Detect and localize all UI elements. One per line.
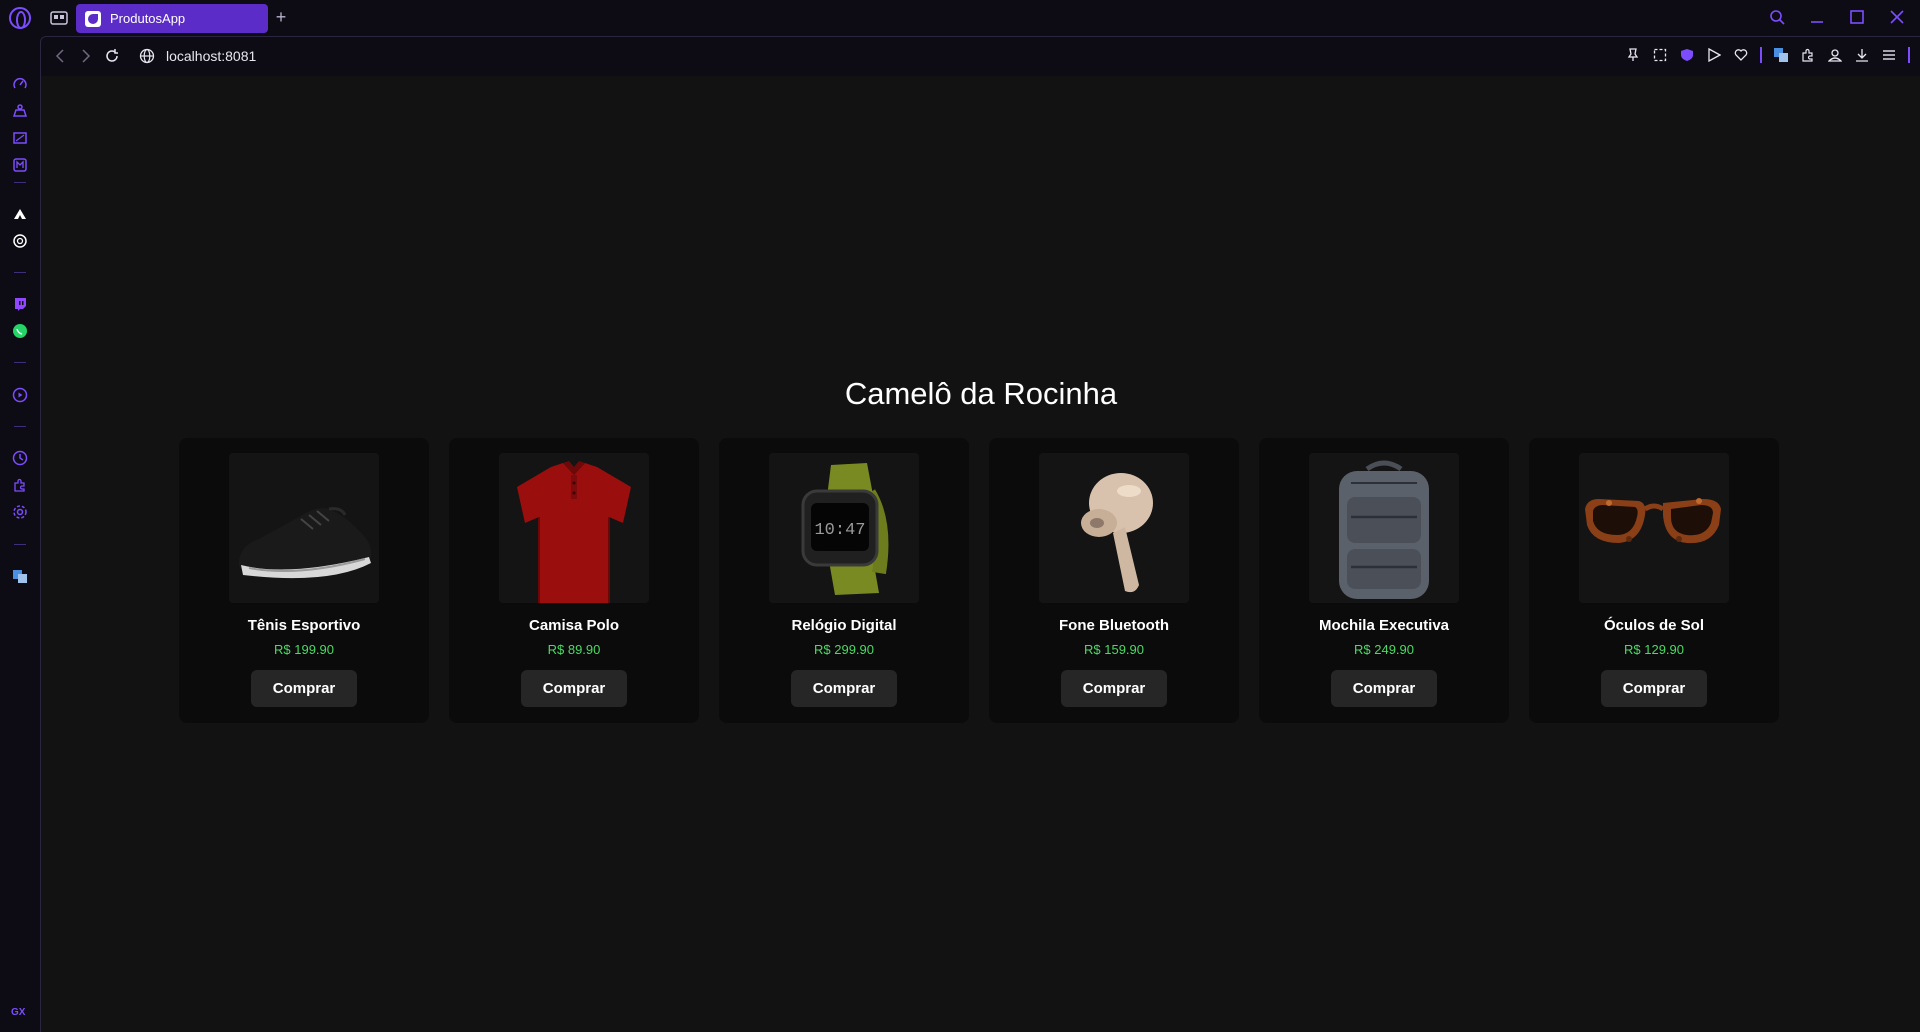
opera-logo-icon[interactable] xyxy=(9,7,31,29)
player-icon[interactable] xyxy=(10,385,30,405)
browser-sidebar: GX ··· xyxy=(0,36,40,1032)
new-tab-button[interactable]: + xyxy=(272,8,290,26)
product-name: Tênis Esportivo xyxy=(247,617,361,634)
toolbar-actions xyxy=(1625,47,1910,63)
page-title: Camelô da Rocinha xyxy=(844,376,1118,411)
product-name: Óculos de Sol xyxy=(1603,617,1705,634)
product-card: Fone Bluetooth R$ 159.90 Comprar xyxy=(989,438,1239,723)
close-icon[interactable] xyxy=(1886,6,1908,28)
history-icon[interactable] xyxy=(10,448,30,468)
heart-icon[interactable] xyxy=(1733,47,1749,63)
product-price: R$ 89.90 xyxy=(547,642,601,657)
product-price: R$ 299.90 xyxy=(814,642,874,657)
product-price: R$ 129.90 xyxy=(1624,642,1684,657)
maximize-icon[interactable] xyxy=(1846,6,1868,28)
product-card: Tênis Esportivo R$ 199.90 Comprar xyxy=(179,438,429,723)
speed-dial-icon[interactable] xyxy=(10,74,30,94)
product-name: Camisa Polo xyxy=(528,617,620,634)
backpack-image xyxy=(1309,453,1459,603)
settings-gear-icon[interactable] xyxy=(10,502,30,522)
address-bar: localhost:8081 xyxy=(40,36,1920,76)
sidebar-divider xyxy=(14,362,26,363)
watch-time-display: 10:47 xyxy=(814,521,865,540)
pin-icon[interactable] xyxy=(1625,47,1641,63)
buy-button[interactable]: Comprar xyxy=(521,670,627,707)
gx-corner-icon[interactable] xyxy=(10,101,30,121)
back-icon[interactable] xyxy=(51,47,69,65)
translate-icon[interactable] xyxy=(1773,47,1789,63)
whatsapp-icon[interactable] xyxy=(10,321,30,341)
search-tabs-icon[interactable] xyxy=(1766,6,1788,28)
buy-button[interactable]: Comprar xyxy=(1331,670,1437,707)
product-card: 10:47 Relógio Digital R$ 299.90 Comprar xyxy=(719,438,969,723)
tab-favicon-icon xyxy=(85,10,101,27)
easy-setup-menu-icon[interactable] xyxy=(1881,47,1897,63)
minimize-icon[interactable] xyxy=(1806,6,1828,28)
tab-produtosapp[interactable]: ProdutosApp xyxy=(76,4,268,33)
toolbar-divider xyxy=(1760,47,1762,63)
polo-shirt-image xyxy=(499,453,649,603)
globe-icon xyxy=(139,48,155,64)
toolbar-divider xyxy=(1908,47,1910,63)
earbud-image xyxy=(1039,453,1189,603)
buy-button[interactable]: Comprar xyxy=(791,670,897,707)
forward-icon[interactable] xyxy=(77,47,95,65)
twitch-icon[interactable] xyxy=(10,294,30,314)
product-name: Relógio Digital xyxy=(791,617,897,634)
sunglasses-image xyxy=(1579,453,1729,603)
product-card: Camisa Polo R$ 89.90 Comprar xyxy=(449,438,699,723)
extensions-puzzle-icon[interactable] xyxy=(1800,47,1816,63)
download-icon[interactable] xyxy=(1854,47,1870,63)
buy-button[interactable]: Comprar xyxy=(1061,670,1167,707)
news-icon[interactable] xyxy=(10,128,30,148)
product-card: Mochila Executiva R$ 249.90 Comprar xyxy=(1259,438,1509,723)
window-controls xyxy=(1766,6,1908,28)
buy-button[interactable]: Comprar xyxy=(251,670,357,707)
page-viewport: Camelô da Rocinha Tênis Esportivo R$ 199… xyxy=(40,76,1920,1032)
sidebar-divider xyxy=(14,182,26,183)
digital-watch-image: 10:47 xyxy=(769,453,919,603)
tab-title: ProdutosApp xyxy=(110,11,186,26)
extensions-icon[interactable] xyxy=(10,475,30,495)
product-card: Óculos de Sol R$ 129.90 Comprar xyxy=(1529,438,1779,723)
profile-icon[interactable] xyxy=(1827,47,1843,63)
vpn-shield-icon[interactable] xyxy=(1679,47,1695,63)
translate-extension-icon[interactable] xyxy=(10,566,30,586)
sidebar-divider xyxy=(14,426,26,427)
product-name: Fone Bluetooth xyxy=(1059,617,1169,634)
product-price: R$ 199.90 xyxy=(274,642,334,657)
product-name: Mochila Executiva xyxy=(1318,617,1450,634)
reload-icon[interactable] xyxy=(103,47,121,65)
send-icon[interactable] xyxy=(1706,47,1722,63)
chatgpt-icon[interactable] xyxy=(10,231,30,251)
sneaker-image xyxy=(229,453,379,603)
gx-label[interactable]: GX xyxy=(11,1007,25,1018)
sidebar-divider xyxy=(14,544,26,545)
product-price: R$ 159.90 xyxy=(1084,642,1144,657)
aria-ai-icon[interactable] xyxy=(10,204,30,224)
product-price: R$ 249.90 xyxy=(1354,642,1414,657)
tab-island-icon[interactable] xyxy=(50,10,68,26)
music-player-icon[interactable] xyxy=(10,155,30,175)
sidebar-divider xyxy=(14,272,26,273)
snapshot-icon[interactable] xyxy=(1652,47,1668,63)
tab-strip: ProdutosApp + xyxy=(0,0,1920,36)
url-field[interactable]: localhost:8081 xyxy=(166,48,256,64)
product-grid: Tênis Esportivo R$ 199.90 Comprar Camisa… xyxy=(179,438,1779,723)
buy-button[interactable]: Comprar xyxy=(1601,670,1707,707)
